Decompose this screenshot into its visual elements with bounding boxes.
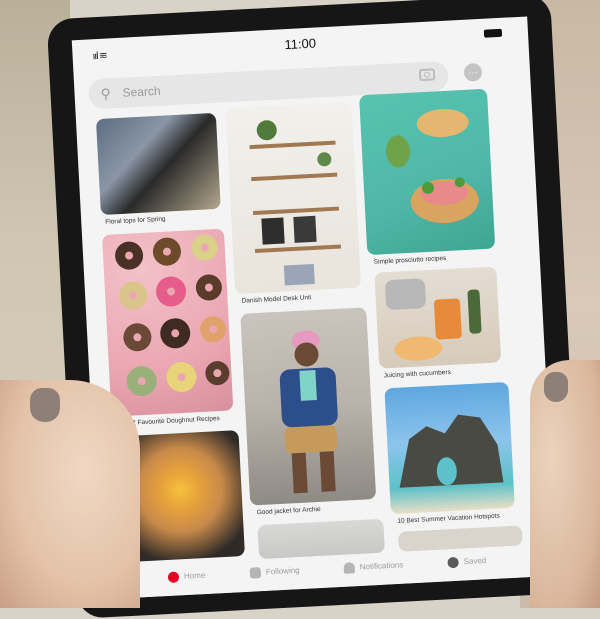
- nav-saved-label: Saved: [463, 555, 487, 567]
- pin-caption: 10 Best Summer Vacation Hotspots: [397, 512, 500, 525]
- camera-icon[interactable]: [418, 68, 436, 82]
- following-icon: [249, 567, 262, 579]
- right-thumbnail: [544, 372, 568, 402]
- nav-saved[interactable]: Saved: [447, 555, 487, 569]
- pin-caption: Danish Model Desk Unit: [241, 294, 312, 305]
- pin-caption: Simple prosciutto recipes: [373, 255, 447, 266]
- search-icon: ⚲: [100, 85, 112, 102]
- pin-caption: Floral tops for Spring: [105, 215, 166, 226]
- pin-caption: Good jacket for Archie: [256, 505, 321, 517]
- nav-notifications[interactable]: Notifications: [343, 560, 403, 574]
- home-icon: [167, 571, 180, 584]
- chat-icon[interactable]: …: [463, 62, 483, 82]
- saved-avatar-icon: [447, 556, 459, 569]
- doughnuts-illustration: [115, 234, 230, 397]
- search-input[interactable]: Search: [122, 84, 161, 100]
- pin-image-jacket[interactable]: [240, 307, 377, 506]
- pin-image-vacation[interactable]: [384, 381, 515, 515]
- status-time: 11:00: [284, 35, 317, 53]
- rock-arch-illustration: [399, 414, 504, 488]
- food-illustration: [386, 108, 479, 224]
- battery-icon: [483, 28, 503, 38]
- left-hand: [0, 380, 140, 608]
- pin-image-floral[interactable]: [95, 112, 221, 216]
- notifications-icon: [343, 562, 356, 574]
- left-thumbnail: [30, 388, 60, 422]
- status-bar: ııl ≋ 11:00: [72, 16, 529, 66]
- pin-image-juicing[interactable]: [374, 266, 502, 369]
- right-hand: [530, 360, 600, 608]
- pin-image-prosciutto[interactable]: [359, 88, 496, 256]
- nav-home[interactable]: Home: [167, 570, 206, 584]
- pin-caption: Juicing with cucumbers: [383, 368, 452, 380]
- person-illustration: [279, 330, 338, 494]
- shelf-illustration: [249, 120, 342, 286]
- tablet-screen: ııl ≋ 11:00 ⚲ Search … Floral tops for S…: [71, 16, 557, 600]
- pin-image-desk-unit[interactable]: [225, 101, 362, 295]
- nav-following-label: Following: [265, 565, 300, 577]
- pin-image-doughnuts[interactable]: [101, 228, 234, 417]
- nav-home-label: Home: [183, 570, 206, 581]
- nav-notifications-label: Notifications: [359, 560, 404, 572]
- juice-illustration: [385, 278, 482, 361]
- nav-following[interactable]: Following: [249, 565, 300, 579]
